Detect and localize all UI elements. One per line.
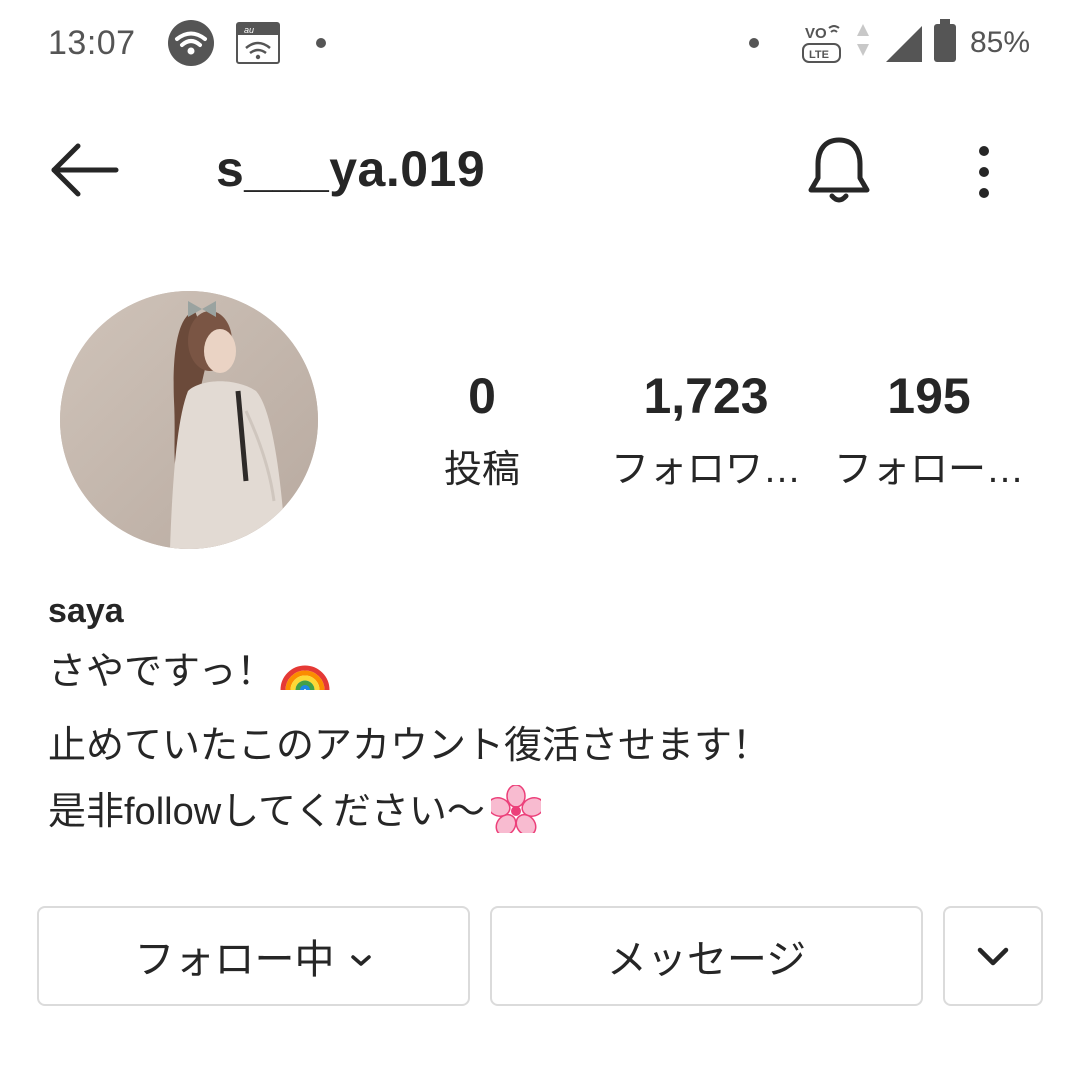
stat-posts: 0 投稿	[367, 366, 597, 493]
profile-display-name: saya	[48, 592, 124, 630]
status-time: 13:07	[48, 24, 136, 62]
bell-icon[interactable]	[806, 134, 872, 206]
battery-icon	[934, 19, 956, 62]
suggested-accounts-button[interactable]	[943, 906, 1043, 1006]
volte-icon: VO LTE	[802, 20, 842, 66]
bio-line: さやですっ！	[48, 640, 330, 702]
chevron-down-icon	[349, 934, 373, 979]
au-carrier-icon: au	[236, 22, 280, 64]
stat-posts-value: 0	[468, 368, 496, 424]
stat-followers-value: 1,723	[643, 368, 769, 424]
more-vertical-icon[interactable]	[966, 142, 1002, 202]
cherry-blossom-emoji	[487, 784, 545, 843]
back-arrow-icon[interactable]	[48, 140, 120, 200]
svg-text:au: au	[244, 25, 254, 35]
bio-line: 止めていたこのアカウント復活させます！	[48, 725, 771, 767]
bio-line: 是非followしてください〜	[48, 780, 545, 843]
wifi-icon	[168, 20, 214, 66]
status-bar: 13:07 au VO LTE 85%	[0, 0, 1080, 90]
signal-icon	[886, 26, 924, 62]
notification-dot	[316, 38, 326, 48]
bio-line-text: 是非followしてください〜	[48, 791, 485, 833]
stat-followers-label: フォロワ…	[610, 449, 801, 491]
notification-dot	[749, 38, 759, 48]
chevron-down-icon	[975, 934, 1011, 979]
following-button-label: フォロー中	[134, 938, 335, 982]
bio-line-text: さやですっ！	[48, 651, 275, 693]
stat-followers[interactable]: 1,723 フォロワ…	[591, 366, 821, 493]
avatar[interactable]	[60, 291, 318, 549]
profile-username: s___ya.019	[216, 141, 486, 197]
svg-text:LTE: LTE	[809, 49, 829, 61]
data-arrows-icon	[856, 22, 870, 58]
svg-text:VO: VO	[805, 25, 827, 42]
rainbow-emoji	[280, 646, 330, 702]
stat-following-value: 195	[887, 368, 971, 424]
stat-following-label: フォロー…	[833, 449, 1024, 491]
stat-following[interactable]: 195 フォロー…	[814, 366, 1044, 493]
message-button[interactable]: メッセージ	[490, 906, 923, 1006]
stat-posts-label: 投稿	[443, 449, 520, 491]
following-button[interactable]: フォロー中	[37, 906, 470, 1006]
message-button-label: メッセージ	[606, 938, 807, 982]
battery-percent: 85%	[970, 26, 1031, 59]
